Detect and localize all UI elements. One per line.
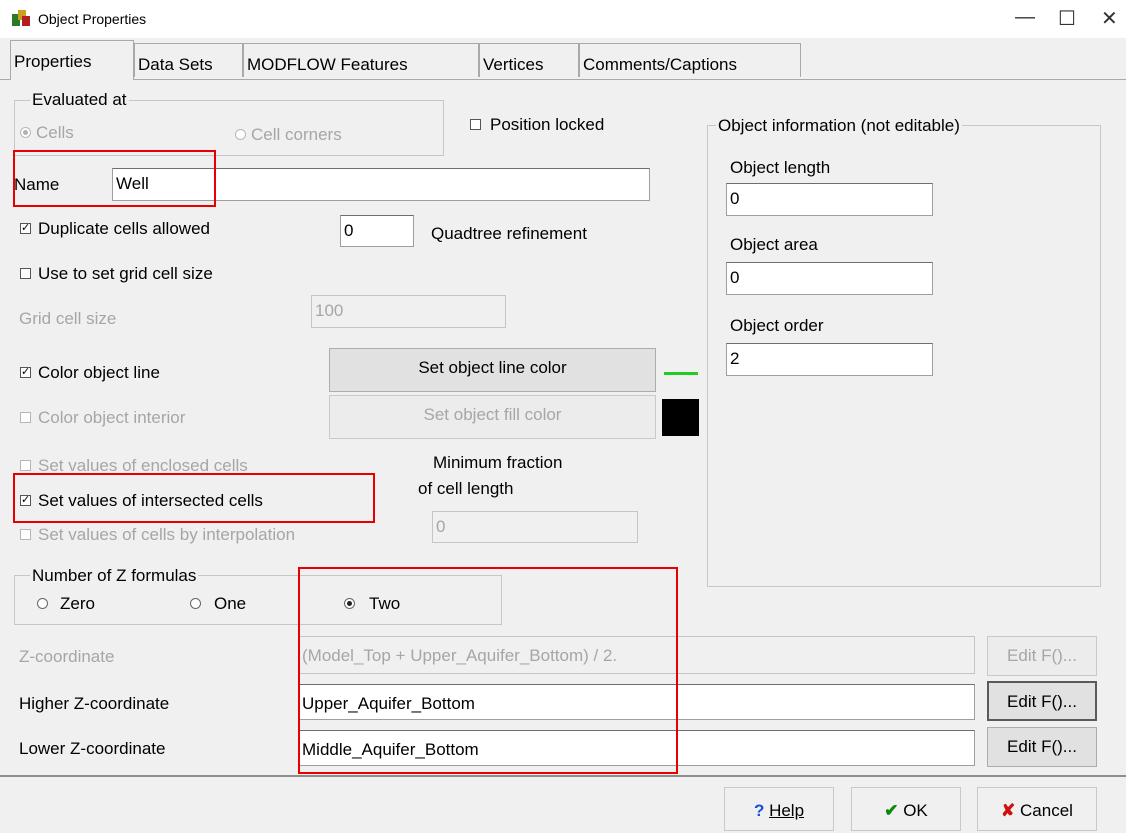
z-formulas-label: Number of Z formulas xyxy=(30,566,199,586)
object-length-input[interactable]: 0 xyxy=(726,183,933,216)
higher-z-label: Higher Z-coordinate xyxy=(19,694,170,713)
grid-cell-size-toggle-label: Use to set grid cell size xyxy=(38,264,213,283)
ok-label: OK xyxy=(903,801,928,820)
help-button[interactable]: ? Help xyxy=(724,787,834,831)
grid-cell-size-input[interactable]: 100 xyxy=(311,295,506,328)
duplicate-cells-label: Duplicate cells allowed xyxy=(38,219,210,238)
tab-data-sets[interactable]: Data Sets xyxy=(134,43,243,77)
cancel-icon: ✘ xyxy=(1001,801,1016,820)
quadtree-input[interactable]: 0 xyxy=(340,215,414,247)
cell-corners-radio[interactable] xyxy=(235,129,246,140)
z-coordinate-edit-button[interactable]: Edit F()... xyxy=(987,636,1097,676)
annotation-box-z-formulas xyxy=(298,567,678,774)
color-object-line-checkbox[interactable]: ✓ xyxy=(20,367,31,378)
color-object-interior-checkbox[interactable] xyxy=(20,412,31,423)
tab-vertices[interactable]: Vertices xyxy=(479,43,579,77)
position-locked-label: Position locked xyxy=(490,115,605,134)
z-coordinate-label: Z-coordinate xyxy=(19,647,115,666)
tab-divider xyxy=(0,79,1126,80)
cell-corners-label: Cell corners xyxy=(251,125,342,144)
footer-divider xyxy=(0,775,1126,777)
tab-modflow-features[interactable]: MODFLOW Features xyxy=(243,43,479,77)
evaluated-at-label: Evaluated at xyxy=(30,90,129,110)
lower-z-label: Lower Z-coordinate xyxy=(19,739,166,758)
interpolation-cells-checkbox[interactable] xyxy=(20,529,31,540)
quadtree-label: Quadtree refinement xyxy=(431,224,587,243)
minimize-button[interactable]: — xyxy=(1015,6,1035,29)
z-zero-radio[interactable] xyxy=(37,598,48,609)
interpolation-cells-label: Set values of cells by interpolation xyxy=(38,525,296,544)
window-title: Object Properties xyxy=(38,11,147,27)
color-object-interior-label: Color object interior xyxy=(38,408,186,427)
grid-cell-size-checkbox[interactable] xyxy=(20,268,31,279)
close-button[interactable]: ✕ xyxy=(1101,6,1118,31)
app-icon xyxy=(12,10,30,26)
object-area-input[interactable]: 0 xyxy=(726,262,933,295)
position-locked-checkbox[interactable] xyxy=(470,119,481,130)
enclosed-cells-label: Set values of enclosed cells xyxy=(38,456,248,475)
higher-z-edit-button[interactable]: Edit F()... xyxy=(987,681,1097,721)
annotation-box-intersected xyxy=(13,473,375,523)
annotation-box-name xyxy=(13,150,216,207)
cells-radio[interactable] xyxy=(20,127,31,138)
color-object-line-label: Color object line xyxy=(38,363,160,382)
cells-label: Cells xyxy=(36,123,74,142)
help-label: Help xyxy=(769,801,805,820)
object-info-label: Object information (not editable) xyxy=(716,116,962,136)
object-order-input[interactable]: 2 xyxy=(726,343,933,376)
tab-comments-captions[interactable]: Comments/Captions xyxy=(579,43,801,77)
duplicate-cells-checkbox[interactable]: ✓ xyxy=(20,223,31,234)
min-fraction-label-2: of cell length xyxy=(418,479,514,498)
lower-z-edit-button[interactable]: Edit F()... xyxy=(987,727,1097,767)
min-fraction-input[interactable]: 0 xyxy=(432,511,638,543)
z-one-radio[interactable] xyxy=(190,598,201,609)
help-icon: ? xyxy=(753,801,765,820)
z-one-label: One xyxy=(214,594,247,613)
cancel-label: Cancel xyxy=(1020,801,1073,820)
set-line-color-button[interactable]: Set object line color xyxy=(329,348,656,392)
maximize-button[interactable]: ☐ xyxy=(1058,6,1076,31)
line-color-swatch xyxy=(664,372,698,375)
enclosed-cells-checkbox[interactable] xyxy=(20,460,31,471)
z-zero-label: Zero xyxy=(60,594,95,613)
ok-button[interactable]: ✔ OK xyxy=(851,787,961,831)
set-fill-color-button[interactable]: Set object fill color xyxy=(329,395,656,439)
grid-cell-size-label: Grid cell size xyxy=(19,309,117,328)
object-length-label: Object length xyxy=(730,158,831,177)
ok-icon: ✔ xyxy=(884,801,899,820)
tab-properties[interactable]: Properties xyxy=(10,40,134,80)
cancel-button[interactable]: ✘ Cancel xyxy=(977,787,1097,831)
object-area-label: Object area xyxy=(730,235,818,254)
object-order-label: Object order xyxy=(730,316,824,335)
min-fraction-label-1: Minimum fraction xyxy=(433,453,563,472)
fill-color-swatch xyxy=(662,399,699,436)
title-bar: Object Properties — ☐ ✕ xyxy=(0,0,1126,38)
